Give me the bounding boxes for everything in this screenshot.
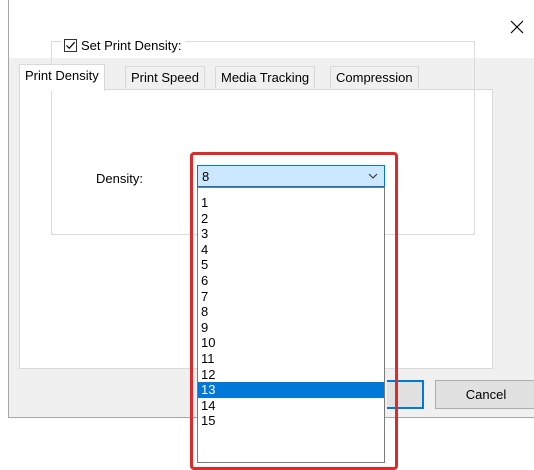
density-option-8[interactable]: 8 (198, 304, 384, 320)
set-print-density-label: Set Print Density: (81, 37, 182, 53)
density-option-12[interactable]: 12 (198, 367, 384, 383)
density-option-2[interactable]: 2 (198, 211, 384, 227)
density-option-1[interactable]: 1 (198, 195, 384, 211)
density-option-11[interactable]: 11 (198, 351, 384, 367)
set-print-density-option[interactable]: Set Print Density: (62, 35, 186, 55)
close-icon[interactable] (509, 19, 525, 35)
density-option-6[interactable]: 6 (198, 273, 384, 289)
density-label: Density: (96, 171, 143, 186)
density-option-14[interactable]: 14 (198, 398, 384, 414)
density-dropdown[interactable]: 8 (197, 165, 385, 187)
density-option-13[interactable]: 13 (198, 382, 384, 398)
tab-print-density[interactable]: Print Density (19, 64, 105, 91)
density-option-7[interactable]: 7 (198, 289, 384, 305)
density-option-9[interactable]: 9 (198, 320, 384, 336)
density-option-15[interactable]: 15 (198, 413, 384, 429)
chevron-down-icon (368, 173, 378, 179)
density-option-4[interactable]: 4 (198, 242, 384, 258)
set-print-density-checkbox[interactable] (64, 38, 77, 52)
density-option-10[interactable]: 10 (198, 335, 384, 351)
density-option-5[interactable]: 5 (198, 257, 384, 273)
checkmark-icon (66, 41, 76, 49)
density-selected-value: 8 (202, 169, 210, 184)
density-options-list[interactable]: 1 2 3 4 5 6 7 8 9 10 11 12 13 14 15 (197, 187, 385, 463)
ok-button[interactable] (387, 380, 424, 409)
cancel-button[interactable]: Cancel (435, 380, 534, 409)
density-option-3[interactable]: 3 (198, 226, 384, 242)
